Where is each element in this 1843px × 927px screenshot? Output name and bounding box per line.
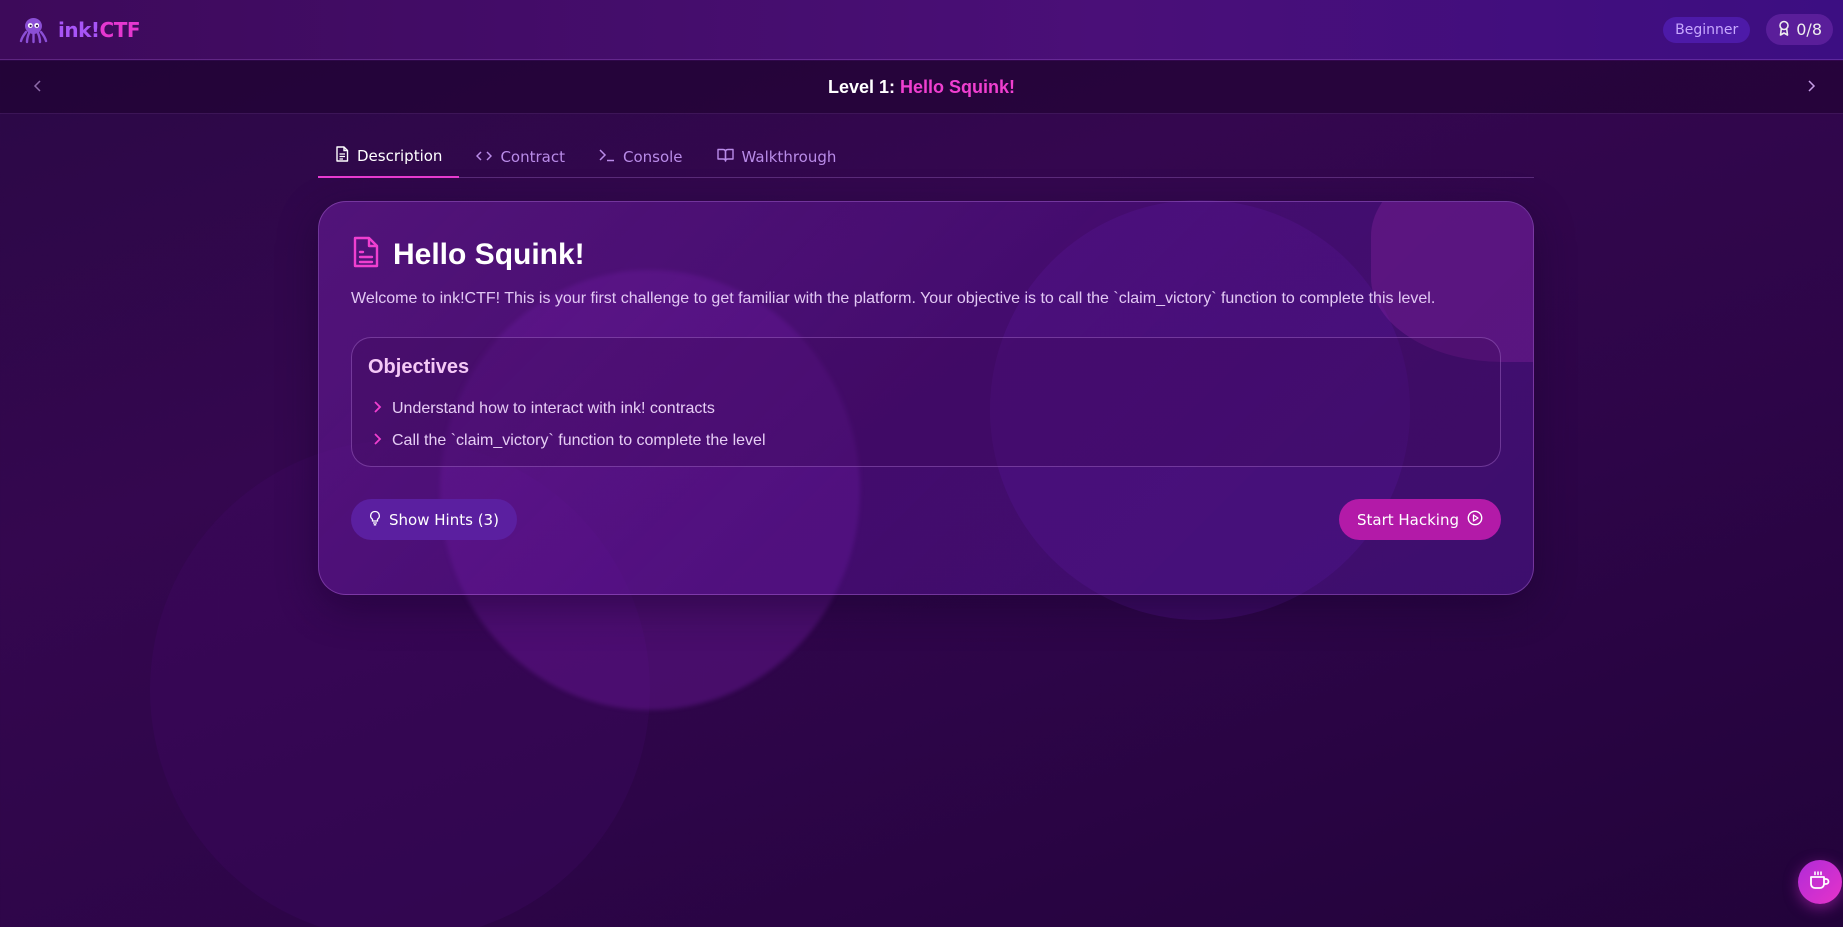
start-hacking-label: Start Hacking bbox=[1356, 510, 1459, 529]
tab-console[interactable]: Console bbox=[582, 140, 700, 177]
challenge-description: Welcome to ink!CTF! This is your first c… bbox=[351, 290, 1436, 307]
brand-name: ink!CTF bbox=[58, 17, 141, 42]
document-icon bbox=[351, 236, 381, 273]
play-circle-icon bbox=[1467, 510, 1483, 530]
octopus-icon bbox=[19, 15, 48, 44]
chevron-right-icon bbox=[1806, 79, 1816, 97]
objective-text: Understand how to interact with ink! con… bbox=[392, 400, 715, 417]
chevron-left-icon bbox=[33, 79, 43, 97]
brand-logo[interactable]: ink!CTF bbox=[19, 15, 141, 44]
objectives-title: Objectives bbox=[368, 356, 470, 378]
difficulty-badge: Beginner bbox=[1663, 16, 1751, 43]
tab-label: Walkthrough bbox=[741, 147, 837, 166]
next-level-button[interactable] bbox=[1791, 61, 1831, 114]
tab-contract[interactable]: Contract bbox=[459, 140, 582, 177]
coffee-support-button[interactable] bbox=[1798, 860, 1842, 904]
card-title: Hello Squink! bbox=[393, 237, 585, 271]
challenge-card: Hello Squink! Welcome to ink!CTF! This i… bbox=[318, 201, 1534, 595]
level-name: Hello Squink! bbox=[900, 76, 1016, 97]
brand-ctf: CTF bbox=[99, 17, 141, 42]
show-hints-label: Show Hints (3) bbox=[389, 510, 499, 529]
start-hacking-button[interactable]: Start Hacking bbox=[1339, 499, 1501, 540]
terminal-icon bbox=[599, 148, 615, 166]
tab-walkthrough[interactable]: Walkthrough bbox=[700, 140, 854, 177]
coffee-cup-icon bbox=[1809, 870, 1831, 895]
tab-label: Console bbox=[622, 147, 683, 166]
level-number: Level 1: bbox=[827, 76, 895, 97]
tab-bar: Description Contract Console Walkthrough bbox=[318, 140, 1534, 178]
prev-level-button[interactable] bbox=[18, 61, 58, 114]
top-navbar: ink!CTF Beginner 0/8 bbox=[0, 0, 1843, 60]
award-icon bbox=[1777, 20, 1791, 40]
card-header: Hello Squink! bbox=[351, 236, 585, 273]
tab-label: Contract bbox=[500, 147, 565, 166]
show-hints-button[interactable]: Show Hints (3) bbox=[351, 499, 517, 540]
level-bar: Level 1: Hello Squink! bbox=[0, 61, 1843, 114]
objective-item: Understand how to interact with ink! con… bbox=[368, 393, 1484, 425]
brand-ink: ink! bbox=[58, 17, 100, 42]
tab-label: Description bbox=[357, 147, 443, 165]
document-icon bbox=[335, 146, 349, 166]
book-icon bbox=[716, 148, 734, 166]
chevron-right-icon bbox=[368, 400, 382, 419]
code-icon bbox=[476, 148, 493, 166]
progress-text: 0/8 bbox=[1796, 20, 1822, 39]
level-title: Level 1: Hello Squink! bbox=[828, 77, 1015, 98]
objective-text: Call the `claim_victory` function to com… bbox=[392, 432, 766, 449]
objectives-box: Objectives Understand how to interact wi… bbox=[351, 337, 1501, 467]
lightbulb-icon bbox=[369, 510, 381, 530]
chevron-right-icon bbox=[368, 432, 382, 451]
tab-description[interactable]: Description bbox=[318, 140, 460, 178]
objective-item: Call the `claim_victory` function to com… bbox=[368, 425, 1484, 457]
progress-counter[interactable]: 0/8 bbox=[1766, 14, 1833, 45]
